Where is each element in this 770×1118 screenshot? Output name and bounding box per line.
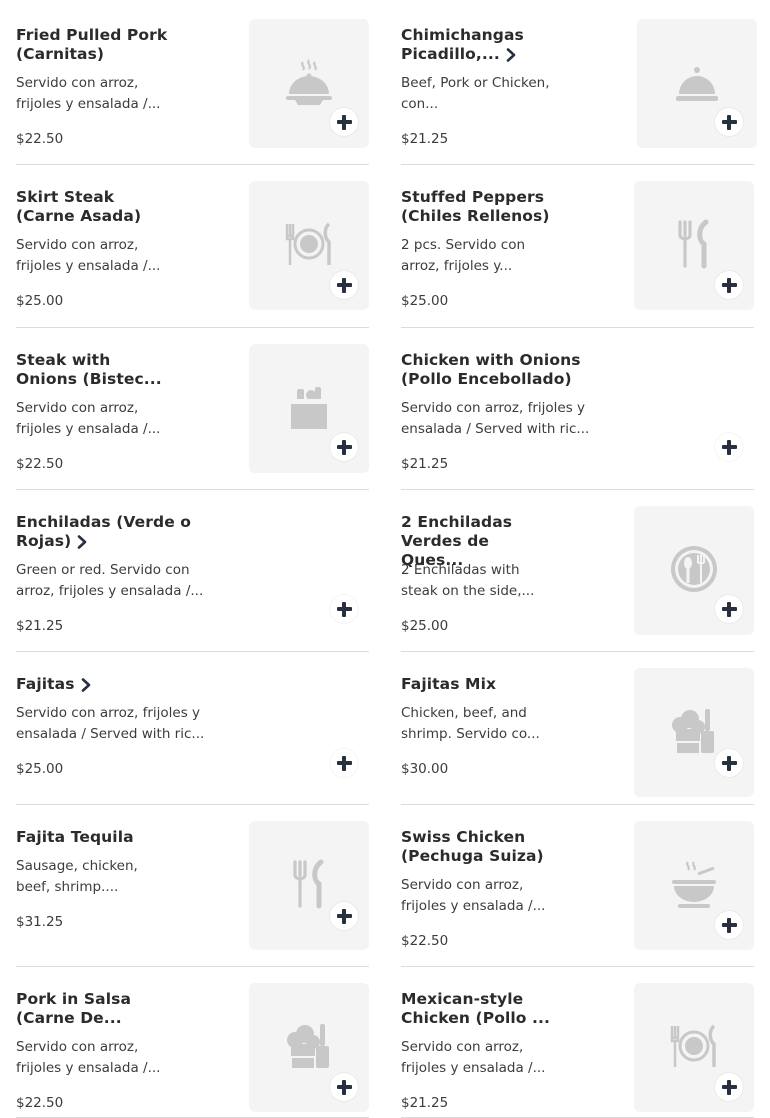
menu-item-price: $30.00: [401, 761, 449, 777]
menu-item-title[interactable]: Fajitas Mix: [401, 675, 521, 694]
menu-item-description: 2 Enchiladas with steak on the side,...: [401, 562, 535, 599]
menu-item-price: $22.50: [16, 131, 64, 147]
menu-item-title[interactable]: Chicken with Onions (Pollo Encebollado): [401, 351, 586, 389]
menu-item-image[interactable]: [249, 821, 369, 950]
menu-item-price: $25.00: [401, 293, 449, 309]
menu-item-card[interactable]: Fried Pulled Pork (Carnitas) Servido con …: [16, 18, 369, 165]
menu-item-title[interactable]: Chimichangas Picadillo,...: [401, 26, 581, 64]
menu-item-card[interactable]: Fajita Tequila Sausage, chicken, beef, sh…: [16, 820, 369, 967]
cloche-steam-icon: [283, 56, 335, 112]
menu-item-title[interactable]: Skirt Steak (Carne Asada): [16, 188, 166, 226]
add-to-cart-button[interactable]: [715, 271, 743, 299]
menu-item-title[interactable]: Fried Pulled Pork (Carnitas): [16, 26, 176, 64]
menu-item-image[interactable]: [634, 668, 754, 797]
menu-item-card[interactable]: Chicken with Onions (Pollo Encebollado) S…: [401, 343, 754, 490]
add-to-cart-button[interactable]: [330, 595, 358, 623]
menu-item-description: Servido con arroz, frijoles y ensalada /…: [401, 400, 590, 437]
menu-item-name: Mexican-style Chicken (Pollo ...: [401, 990, 550, 1027]
add-to-cart-button[interactable]: [330, 108, 358, 136]
menu-item-price: $22.50: [16, 1095, 64, 1111]
menu-item-price: $22.50: [401, 933, 449, 949]
menu-item-price: $25.00: [16, 293, 64, 309]
chef-hat-utensil-icon: [668, 705, 720, 761]
menu-item-description: Chicken, beef, and shrimp. Servido co...: [401, 705, 540, 742]
menu-item-card[interactable]: Enchiladas (Verde o Rojas) Green or red. …: [16, 505, 369, 652]
menu-item-price: $22.50: [16, 456, 64, 472]
menu-item-title[interactable]: Swiss Chicken (Pechuga Suiza): [401, 828, 561, 866]
menu-item-description: Servido con arroz, frijoles y ensalada /…: [16, 1039, 161, 1076]
cloche-icon: [671, 56, 723, 112]
menu-item-card[interactable]: Stuffed Peppers (Chiles Rellenos) 2 pcs. …: [401, 180, 754, 328]
menu-item-card[interactable]: Swiss Chicken (Pechuga Suiza) Servido con…: [401, 820, 754, 967]
menu-item-title[interactable]: Fajita Tequila: [16, 828, 156, 847]
menu-item-card[interactable]: Mexican-style Chicken (Pollo ... Servido …: [401, 982, 754, 1118]
menu-item-price: $31.25: [16, 914, 64, 930]
fork-knife-icon: [283, 858, 335, 914]
add-to-cart-button[interactable]: [715, 108, 743, 136]
menu-item-name: Chicken with Onions (Pollo Encebollado): [401, 351, 581, 388]
menu-item-card[interactable]: Fajitas Mix Chicken, beef, and shrimp. Se…: [401, 667, 754, 805]
add-to-cart-button[interactable]: [330, 1073, 358, 1101]
add-to-cart-button[interactable]: [330, 902, 358, 930]
spoon-fork-plate-icon: [668, 543, 720, 599]
soup-bowl-icon: [668, 858, 720, 914]
menu-item-title[interactable]: Pork in Salsa (Carne De...: [16, 990, 166, 1028]
add-to-cart-button[interactable]: [330, 433, 358, 461]
menu-item-description: Sausage, chicken, beef, shrimp....: [16, 858, 138, 895]
menu-item-name: Swiss Chicken (Pechuga Suiza): [401, 828, 544, 865]
menu-item-description: Beef, Pork or Chicken, con...: [401, 75, 550, 112]
menu-item-description: Servido con arroz, frijoles y ensalada /…: [16, 400, 161, 437]
menu-item-name: Fajitas Mix: [401, 675, 497, 693]
menu-item-title[interactable]: Enchiladas (Verde o Rojas): [16, 513, 231, 551]
menu-item-card[interactable]: 2 Enchiladas Verdes de Ques... 2 Enchilad…: [401, 505, 754, 652]
fork-knife-icon: [668, 218, 720, 274]
menu-item-card[interactable]: Steak with Onions (Bistec... Servido con …: [16, 343, 369, 490]
menu-item-price: $21.25: [401, 456, 449, 472]
menu-item-card[interactable]: Pork in Salsa (Carne De... Servido con ar…: [16, 982, 369, 1118]
add-to-cart-button[interactable]: [715, 1073, 743, 1101]
menu-item-card[interactable]: Skirt Steak (Carne Asada) Servido con arr…: [16, 180, 369, 328]
add-to-cart-button[interactable]: [715, 433, 743, 461]
menu-item-title[interactable]: Fajitas: [16, 675, 126, 694]
add-to-cart-button[interactable]: [715, 911, 743, 939]
menu-item-price: $25.00: [16, 761, 64, 777]
menu-item-description: Servido con arroz, frijoles y ensalada /…: [401, 877, 546, 914]
menu-item-title[interactable]: Steak with Onions (Bistec...: [16, 351, 166, 389]
menu-item-name: Fajita Tequila: [16, 828, 134, 846]
menu-item-card[interactable]: Fajitas Servido con arroz, frijoles y ens…: [16, 667, 369, 805]
menu-item-name: Enchiladas (Verde o Rojas): [16, 513, 192, 550]
menu-item-name: Fried Pulled Pork (Carnitas): [16, 26, 168, 63]
menu-item-title[interactable]: Mexican-style Chicken (Pollo ...: [401, 990, 561, 1028]
menu-item-name: Stuffed Peppers (Chiles Rellenos): [401, 188, 550, 225]
menu-item-description: Servido con arroz, frijoles y ensalada /…: [16, 705, 205, 742]
menu-item-name: Fajitas: [16, 675, 75, 693]
chevron-right-icon: [506, 47, 516, 62]
menu-item-price: $21.25: [16, 618, 64, 634]
menu-item-price: $21.25: [401, 1095, 449, 1111]
menu-item-price: $21.25: [401, 131, 449, 147]
add-to-cart-button[interactable]: [715, 749, 743, 777]
add-to-cart-button[interactable]: [330, 271, 358, 299]
menu-item-description: Servido con arroz, frijoles y ensalada /…: [16, 237, 161, 274]
menu-item-description: Servido con arroz, frijoles y ensalada /…: [16, 75, 161, 112]
chevron-right-icon: [77, 534, 87, 549]
menu-item-card[interactable]: Chimichangas Picadillo,... Beef, Pork or …: [401, 18, 757, 165]
chef-hat-utensil-icon: [283, 1020, 335, 1076]
plate-cutlery-icon: [668, 1020, 720, 1076]
chevron-right-icon: [81, 677, 90, 692]
menu-item-title[interactable]: Stuffed Peppers (Chiles Rellenos): [401, 188, 561, 226]
menu-item-name: Skirt Steak (Carne Asada): [16, 188, 142, 225]
menu-item-name: Steak with Onions (Bistec...: [16, 351, 162, 388]
plate-cutlery-icon: [283, 218, 335, 274]
menu-item-description: Green or red. Servido con arroz, frijole…: [16, 562, 204, 599]
add-to-cart-button[interactable]: [715, 595, 743, 623]
menu-item-description: Servido con arroz, frijoles y ensalada /…: [401, 1039, 546, 1076]
menu-item-price: $25.00: [401, 618, 449, 634]
menu-item-name: Pork in Salsa (Carne De...: [16, 990, 132, 1027]
add-to-cart-button[interactable]: [330, 749, 358, 777]
grocery-bag-icon: [283, 381, 335, 437]
menu-item-description: 2 pcs. Servido con arroz, frijoles y...: [401, 237, 526, 274]
